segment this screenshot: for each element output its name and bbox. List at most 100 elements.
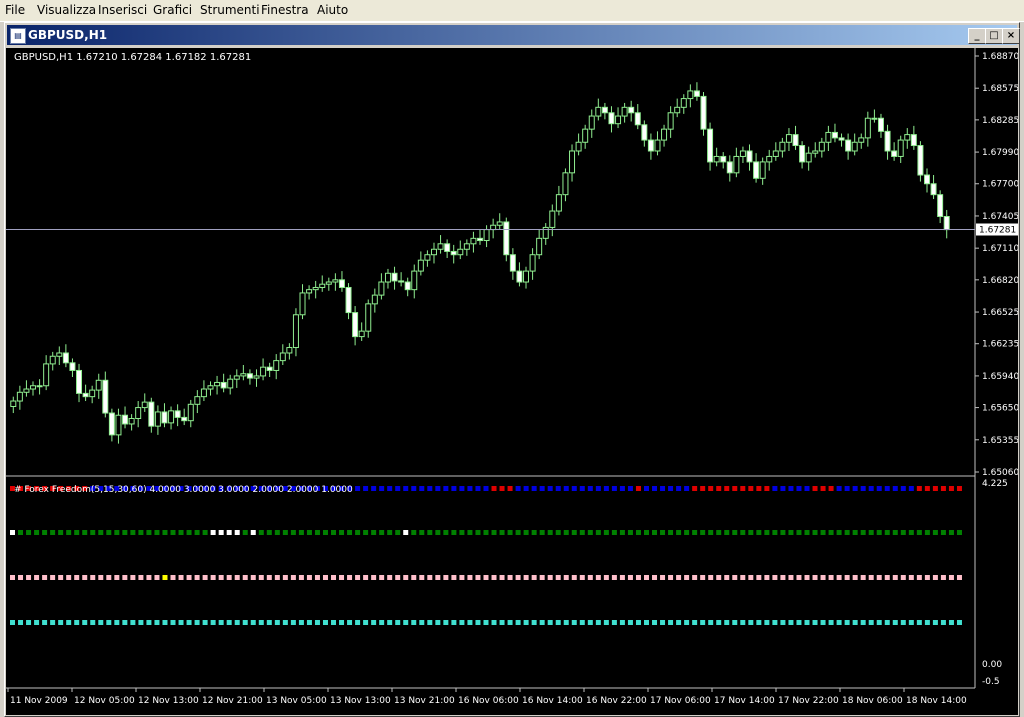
candle-body: [911, 135, 916, 146]
close-button[interactable]: ×: [1002, 28, 1020, 44]
menu-inserisci[interactable]: Inserisci: [98, 3, 147, 17]
indicator-dot: [732, 486, 737, 491]
candle-body: [215, 382, 220, 385]
indicator-dot: [676, 486, 681, 491]
candle-body: [333, 280, 338, 282]
candle-body: [931, 184, 936, 195]
indicator-dot: [652, 620, 657, 625]
indicator-dot: [724, 486, 729, 491]
menu-aiuto[interactable]: Aiuto: [317, 3, 348, 17]
indicator-dot: [275, 620, 280, 625]
indicator-dot: [925, 620, 930, 625]
indicator-dot: [588, 575, 593, 580]
window-titlebar[interactable]: ▤ GBPUSD,H1 _ □ ×: [7, 25, 1017, 45]
indicator-dot: [451, 620, 456, 625]
candle-body: [136, 408, 141, 419]
indicator-dot: [628, 530, 633, 535]
indicator-dot: [893, 575, 898, 580]
indicator-dot: [949, 575, 954, 580]
indicator-dot: [243, 530, 248, 535]
menu-strumenti[interactable]: Strumenti: [200, 3, 260, 17]
indicator-dot: [580, 575, 585, 580]
indicator-dot: [307, 530, 312, 535]
candle-body: [155, 412, 160, 426]
indicator-dot: [187, 530, 192, 535]
window-title: GBPUSD,H1: [28, 28, 107, 42]
indicator-dot: [676, 530, 681, 535]
indicator-dot: [58, 530, 63, 535]
indicator-dot: [331, 575, 336, 580]
indicator-dot: [154, 620, 159, 625]
indicator-dot: [267, 530, 272, 535]
indicator-dot: [556, 620, 561, 625]
indicator-dot: [331, 530, 336, 535]
indicator-dot: [804, 620, 809, 625]
candle-body: [44, 364, 49, 386]
indicator-dot: [612, 530, 617, 535]
menu-visualizza[interactable]: Visualizza: [37, 3, 96, 17]
indicator-dot: [829, 575, 834, 580]
indicator-dot: [443, 575, 448, 580]
indicator-dot: [283, 530, 288, 535]
indicator-dot: [772, 620, 777, 625]
indicator-dot: [162, 620, 167, 625]
candle-body: [924, 175, 929, 184]
candle-body: [510, 255, 515, 271]
indicator-dot: [869, 530, 874, 535]
time-tick-label: 16 Nov 06:00: [458, 696, 519, 706]
indicator-dot: [861, 486, 866, 491]
indicator-dot: [323, 575, 328, 580]
candle-body: [464, 244, 469, 249]
time-tick-label: 13 Nov 05:00: [266, 696, 327, 706]
indicator-dot: [821, 530, 826, 535]
indicator-dot: [780, 620, 785, 625]
price-tick-label: 1.66820: [982, 276, 1018, 286]
candle-body: [274, 361, 279, 371]
candle-body: [339, 280, 344, 288]
candle-body: [24, 389, 29, 392]
current-price-marker: 1.67281: [6, 223, 1018, 235]
menu-grafici[interactable]: Grafici: [153, 3, 192, 17]
price-tick-label: 1.65650: [982, 404, 1018, 414]
candle-body: [195, 397, 200, 405]
indicator-dot: [748, 486, 753, 491]
indicator-dot: [796, 486, 801, 491]
candle-body: [602, 107, 607, 112]
indicator-dot: [933, 486, 938, 491]
indicator-dot: [267, 620, 272, 625]
menu-file[interactable]: File: [5, 3, 25, 17]
maximize-button[interactable]: □: [985, 28, 1003, 44]
time-tick-label: 12 Nov 05:00: [74, 696, 135, 706]
candle-body: [438, 244, 443, 249]
candle-body: [622, 107, 627, 116]
indicator-dot: [339, 530, 344, 535]
candle-body: [938, 195, 943, 217]
indicator-dot: [500, 486, 505, 491]
indicator-dot: [788, 486, 793, 491]
indicator-dot: [588, 620, 593, 625]
indicator-dot: [580, 530, 585, 535]
indicator-dot: [18, 575, 23, 580]
indicator-dot: [443, 620, 448, 625]
indicator-dot: [885, 530, 890, 535]
time-tick-label: 13 Nov 21:00: [394, 696, 455, 706]
indicator-layer: 4.2250.00-0.5: [10, 479, 1008, 687]
menu-finestra[interactable]: Finestra: [261, 3, 309, 17]
indicator-dot: [917, 620, 922, 625]
indicator-dot: [620, 620, 625, 625]
indicator-dot: [403, 620, 408, 625]
chart-canvas[interactable]: 1.688701.685751.682851.679901.677001.674…: [6, 48, 1018, 715]
indicator-dot: [187, 620, 192, 625]
minimize-button[interactable]: _: [968, 28, 986, 44]
indicator-dot: [18, 530, 23, 535]
indicator-dot: [395, 575, 400, 580]
candle-body: [445, 244, 450, 252]
indicator-dot: [508, 575, 513, 580]
indicator-dot: [588, 486, 593, 491]
indicator-dot: [74, 620, 79, 625]
candle-body: [872, 118, 877, 119]
indicator-dot: [106, 575, 111, 580]
indicator-dot: [588, 530, 593, 535]
indicator-dot: [764, 486, 769, 491]
indicator-dot: [211, 620, 216, 625]
